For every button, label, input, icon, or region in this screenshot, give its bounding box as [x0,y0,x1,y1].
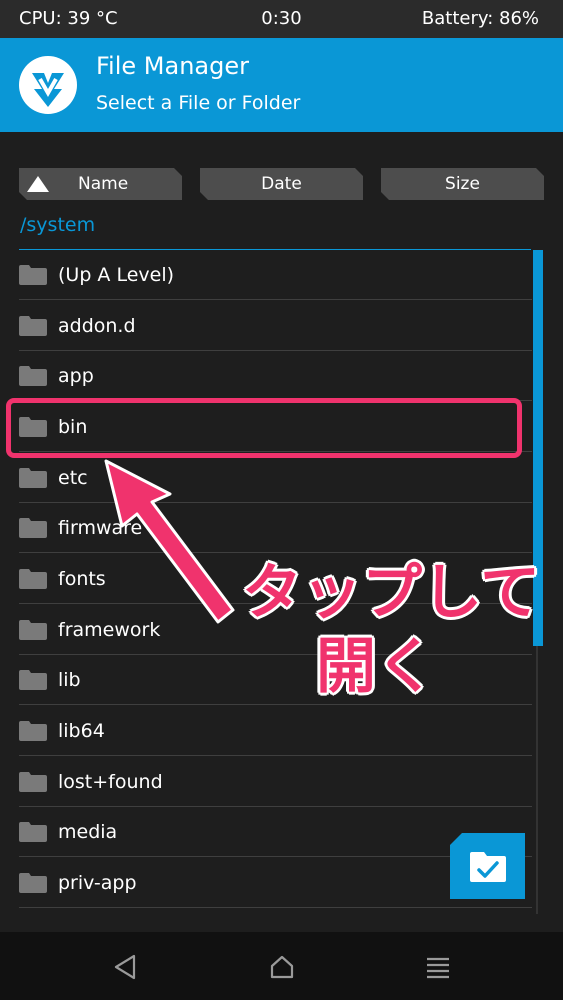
row-divider [19,552,532,553]
file-name: lib64 [58,720,105,742]
file-name: priv-app [58,872,137,894]
battery-level: Battery: 86% [421,8,539,29]
folder-icon [19,721,47,741]
folder-icon [19,670,47,690]
page-title: File Manager [96,52,249,80]
row-divider [19,704,532,705]
row-divider [19,907,532,908]
sort-by-name-button[interactable]: Name [19,168,182,200]
sort-date-label: Date [261,174,302,194]
back-icon[interactable] [112,954,138,980]
triangle-up-icon [27,176,49,192]
current-path: /system [20,214,96,236]
menu-icon[interactable] [425,954,451,980]
folder-icon [19,468,47,488]
list-item-addon-d[interactable]: addon.d [0,301,532,351]
list-item-lost-found[interactable]: lost+found [0,757,532,807]
list-item-app[interactable]: app [0,351,532,401]
header: File Manager Select a File or Folder [0,38,563,132]
home-icon[interactable] [269,954,295,980]
select-folder-button[interactable] [450,833,525,899]
screen: CPU: 39 °C 0:30 Battery: 86% File Manage… [0,0,563,1000]
list-item-etc[interactable]: etc [0,453,532,503]
status-bar: CPU: 39 °C 0:30 Battery: 86% [0,0,563,38]
folder-icon [19,772,47,792]
file-name: lost+found [58,771,163,793]
file-name: firmware [58,517,143,539]
navigation-bar [0,932,563,1000]
highlight-box [6,398,522,458]
folder-icon [19,316,47,336]
row-divider [19,755,532,756]
annotation-text-line1: タップして [242,558,541,628]
row-divider [19,299,532,300]
folder-icon [19,873,47,893]
folder-icon [19,822,47,842]
file-name: app [58,365,94,387]
file-name: media [58,821,118,843]
list-item-lib[interactable]: lib [0,655,532,705]
folder-icon [19,518,47,538]
sort-name-label: Name [78,174,129,194]
twrp-logo-icon [19,56,77,114]
sort-by-size-button[interactable]: Size [381,168,544,200]
file-name: etc [58,467,88,489]
folder-icon [19,569,47,589]
folder-icon [19,265,47,285]
list-item-up-a-level[interactable]: (Up A Level) [0,250,532,300]
sort-size-label: Size [445,174,480,194]
file-name: addon.d [58,315,136,337]
list-item-lib64[interactable]: lib64 [0,706,532,756]
annotation-text-line2: 開く [316,632,436,702]
folder-icon [19,620,47,640]
file-name: framework [58,619,161,641]
list-item-firmware[interactable]: firmware [0,503,532,553]
file-name: fonts [58,568,106,590]
folder-check-icon [470,852,506,882]
file-name: lib [58,669,81,691]
file-name: (Up A Level) [58,264,175,286]
folder-icon [19,366,47,386]
sort-by-date-button[interactable]: Date [200,168,363,200]
page-subtitle: Select a File or Folder [96,92,301,114]
